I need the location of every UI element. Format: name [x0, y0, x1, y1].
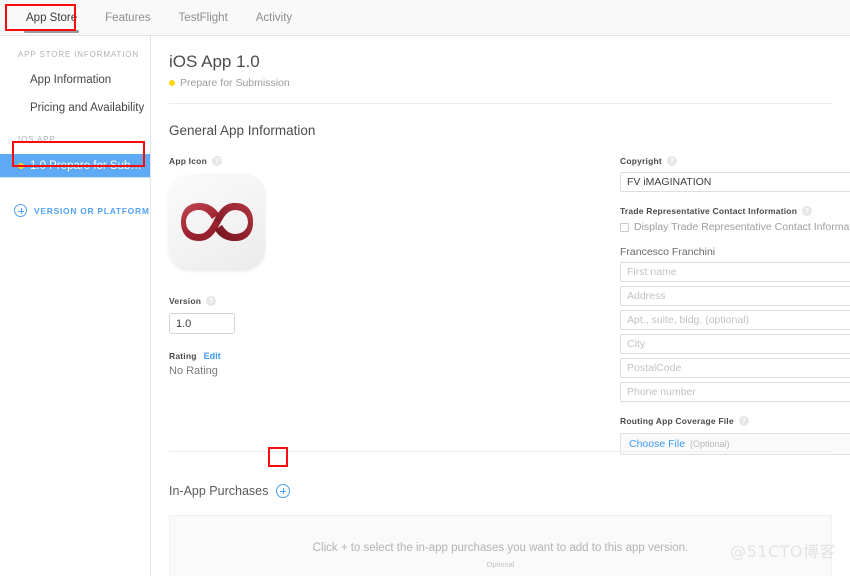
infinity-loop-app-icon[interactable]: [169, 174, 265, 270]
routing-app-coverage-file-label: Routing App Coverage File: [620, 416, 734, 426]
version-label: Version: [169, 296, 202, 306]
watermark: @51CTO博客: [730, 542, 836, 561]
app-store-connect-window: App Store Features TestFlight Activity A…: [0, 0, 850, 576]
in-app-purchases-optional-label: Optional: [486, 560, 515, 569]
tab-app-store-label: App Store: [26, 11, 78, 24]
page-title: iOS App 1.0: [169, 52, 260, 71]
postal-code-field[interactable]: [620, 358, 850, 378]
sidebar-item-version-1-0[interactable]: 1.0 Prepare for Submissi...: [0, 154, 150, 178]
right-column: Copyright ? Trade Representative Contact…: [620, 156, 850, 455]
add-in-app-purchase-plus-circle-icon[interactable]: [276, 484, 291, 498]
routing-help-icon[interactable]: ?: [738, 416, 749, 426]
tab-activity-label: Activity: [255, 11, 293, 24]
sidebar-item-app-information[interactable]: App Information: [0, 69, 150, 91]
app-icon-help-icon[interactable]: ?: [211, 156, 222, 166]
trade-rep-checkbox[interactable]: [620, 222, 629, 232]
trade-rep-checkbox-label: Display Trade Representative Contact Inf…: [634, 221, 850, 233]
add-version-or-platform-button[interactable]: VERSION OR PLATFORM: [0, 204, 150, 217]
section-title-general-app-information: General App Information: [169, 123, 316, 138]
status-dot-icon: [18, 162, 24, 169]
in-app-purchases-title: In-App Purchases: [169, 484, 269, 498]
rating-value: No Rating: [169, 365, 218, 377]
rating-row: Rating Edit: [169, 351, 409, 361]
trade-rep-label-row: Trade Representative Contact Information…: [620, 206, 850, 216]
city-field[interactable]: [620, 334, 850, 354]
page-status: Prepare for Submission: [169, 77, 850, 89]
version-label-row: Version ?: [169, 296, 409, 306]
in-app-purchases-empty-message: Click + to select the in-app purchases y…: [312, 542, 689, 554]
version-help-icon[interactable]: ?: [206, 296, 217, 306]
in-app-purchases-divider: [169, 451, 832, 452]
sidebar: APP STORE INFORMATION App Information Pr…: [0, 36, 151, 576]
copyright-label-row: Copyright ?: [620, 156, 850, 166]
tab-testflight[interactable]: TestFlight: [165, 0, 242, 36]
tab-features[interactable]: Features: [91, 0, 164, 36]
top-tab-bar: App Store Features TestFlight Activity: [0, 0, 850, 36]
trade-rep-label: Trade Representative Contact Information: [620, 206, 798, 216]
sidebar-group-title-ios-app: iOS APP: [18, 135, 56, 144]
add-version-or-platform-label: VERSION OR PLATFORM: [34, 205, 150, 216]
page-header: iOS App 1.0 Prepare for Submission: [151, 36, 850, 89]
infinity-loop-icon: [181, 203, 253, 241]
page-status-dot-icon: [169, 80, 175, 86]
choose-file-optional-label: (Optional): [690, 439, 730, 449]
main-content: iOS App 1.0 Prepare for Submission Gener…: [151, 36, 850, 576]
sidebar-group-app-store-information: APP STORE INFORMATION App Information Pr…: [0, 50, 150, 119]
page-status-label: Prepare for Submission: [180, 77, 290, 89]
trade-rep-help-icon[interactable]: ?: [802, 206, 813, 216]
tab-activity[interactable]: Activity: [242, 0, 306, 36]
app-icon-label: App Icon: [169, 156, 207, 166]
person-name: Francesco Franchini: [620, 246, 716, 258]
sidebar-item-app-information-label: App Information: [30, 74, 112, 86]
phone-number-field[interactable]: [620, 382, 850, 402]
copyright-help-icon[interactable]: ?: [666, 156, 677, 166]
sidebar-group-ios-app: iOS APP 1.0 Prepare for Submissi...: [0, 135, 150, 178]
version-input[interactable]: [169, 313, 235, 334]
copyright-input[interactable]: [620, 172, 850, 192]
first-name-field[interactable]: [620, 262, 850, 282]
sidebar-group-title-app-store-information: APP STORE INFORMATION: [18, 50, 139, 59]
rating-label: Rating: [169, 351, 197, 361]
apt-suite-field[interactable]: [620, 310, 850, 330]
plus-circle-icon: [14, 204, 27, 217]
trade-rep-checkbox-row[interactable]: Display Trade Representative Contact Inf…: [620, 221, 850, 233]
in-app-purchases-header: In-App Purchases: [169, 484, 291, 498]
address-field[interactable]: [620, 286, 850, 306]
routing-label-row: Routing App Coverage File ?: [620, 416, 850, 426]
app-icon-label-row: App Icon ?: [169, 156, 409, 166]
sidebar-item-pricing-and-availability-label: Pricing and Availability: [30, 102, 145, 114]
sidebar-item-version-1-0-label: 1.0 Prepare for Submissi...: [30, 159, 142, 172]
tab-app-store[interactable]: App Store: [12, 0, 91, 36]
choose-file-link[interactable]: Choose File: [629, 438, 685, 450]
left-column: App Icon ? Version ? 1.0 Rating Edit No …: [169, 156, 409, 377]
rating-edit-link[interactable]: Edit: [204, 351, 221, 361]
tab-testflight-label: TestFlight: [178, 11, 228, 24]
tab-features-label: Features: [105, 11, 151, 24]
copyright-label: Copyright: [620, 156, 662, 166]
sidebar-item-pricing-and-availability[interactable]: Pricing and Availability: [0, 97, 150, 119]
